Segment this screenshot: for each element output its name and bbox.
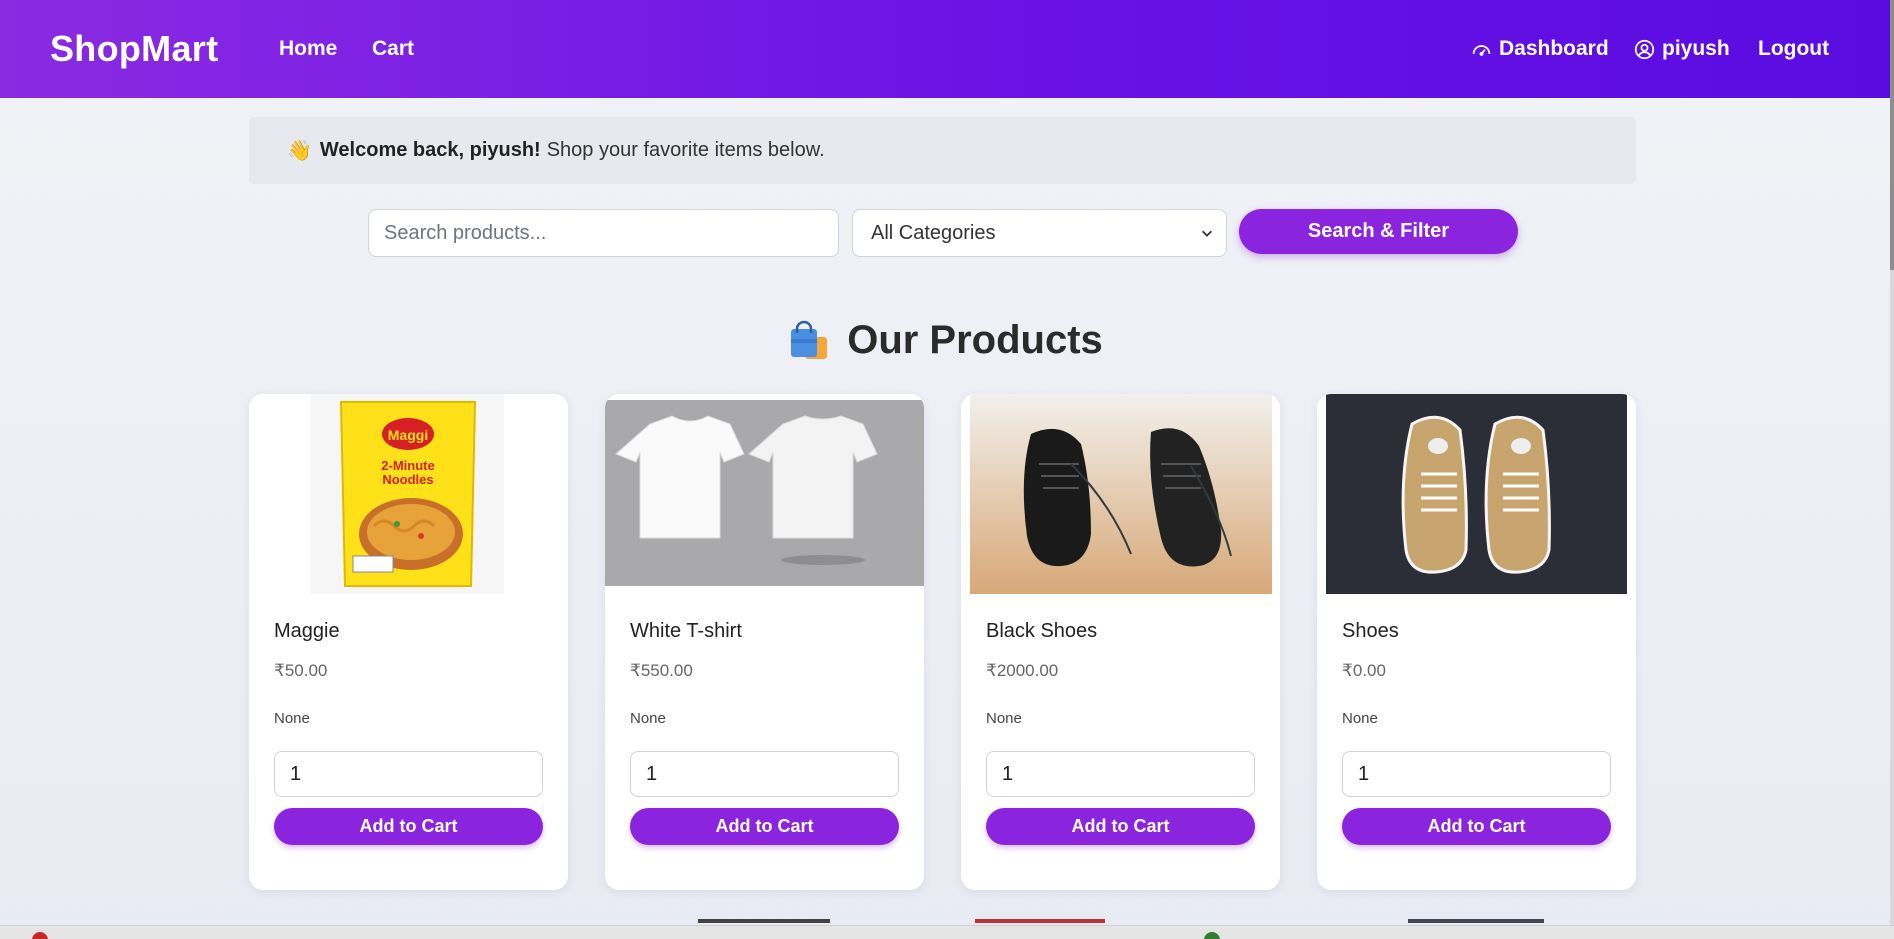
product-description: None [274, 710, 310, 727]
nav-logout-label: Logout [1758, 37, 1830, 60]
category-select[interactable]: All Categories [852, 209, 1227, 257]
product-image-white-tshirt[interactable] [605, 394, 924, 594]
product-name: Black Shoes [986, 620, 1098, 642]
user-circle-icon [1634, 39, 1655, 59]
product-name: White T-shirt [630, 620, 742, 642]
product-price: ₹2000.00 [986, 661, 1059, 680]
products-heading-title: Our Products [847, 318, 1103, 362]
product-price: ₹550.00 [630, 661, 693, 680]
quantity-input[interactable] [630, 751, 899, 797]
nav-cart-link[interactable]: Cart [372, 37, 414, 61]
add-to-cart-button[interactable]: Add to Cart [986, 808, 1255, 845]
nav-home-link[interactable]: Home [279, 37, 337, 61]
product-image-maggie[interactable]: Maggi 2-Minute Noodles [249, 394, 568, 594]
shopping-bags-icon [791, 320, 828, 359]
add-to-cart-button[interactable]: Add to Cart [1342, 808, 1611, 845]
svg-text:Noodles: Noodles [382, 472, 433, 487]
product-name: Shoes [1342, 620, 1399, 642]
products-heading: Our Products [0, 318, 1890, 363]
welcome-bold: Welcome back, piyush! [319, 139, 541, 161]
svg-text:Maggi: Maggi [388, 427, 428, 443]
product-card: Black Shoes ₹2000.00 None Add to Cart [961, 394, 1280, 890]
next-row-image-peek [975, 919, 1105, 923]
add-to-cart-button[interactable]: Add to Cart [630, 808, 899, 845]
product-price: ₹50.00 [274, 661, 328, 680]
search-input[interactable] [368, 209, 839, 257]
product-image-black-shoes[interactable] [961, 394, 1280, 594]
product-image-shoes[interactable] [1317, 394, 1636, 594]
nav-cart-label: Cart [372, 37, 415, 60]
search-filter-button[interactable]: Search & Filter [1239, 209, 1518, 254]
page-scrollbar[interactable] [1890, 0, 1894, 925]
product-description: None [1342, 710, 1378, 727]
category-select-value: All Categories [871, 221, 996, 244]
product-card: Shoes ₹0.00 None Add to Cart [1317, 394, 1636, 890]
product-card: Maggi 2-Minute Noodles Maggie ₹50.00 Non… [249, 394, 568, 890]
next-row-image-peek [698, 919, 830, 923]
scrollbar-thumb[interactable] [1890, 0, 1894, 270]
welcome-text: Shop your favorite items below. [546, 139, 825, 161]
speedometer-icon [1472, 44, 1491, 56]
brand-logo[interactable]: ShopMart [50, 28, 218, 70]
navbar: ShopMart Home Cart Dashboard piyush Logo… [0, 0, 1890, 98]
next-row-image-peek [1408, 919, 1544, 923]
chevron-down-icon [1202, 230, 1212, 237]
quantity-input[interactable] [986, 751, 1255, 797]
quantity-input[interactable] [274, 751, 543, 797]
waving-hand-icon: 👋 [287, 140, 312, 162]
taskbar-edge [0, 925, 1894, 939]
nav-dashboard-link[interactable]: Dashboard [1471, 37, 1609, 61]
add-to-cart-button[interactable]: Add to Cart [274, 808, 543, 845]
nav-user-link[interactable]: piyush [1634, 37, 1730, 61]
welcome-alert: 👋 Welcome back, piyush! Shop your favori… [249, 117, 1636, 184]
product-card: White T-shirt ₹550.00 None Add to Cart [605, 394, 924, 890]
product-description: None [986, 710, 1022, 727]
product-name: Maggie [274, 620, 340, 642]
quantity-input[interactable] [1342, 751, 1611, 797]
nav-home-label: Home [279, 37, 338, 60]
nav-logout-link[interactable]: Logout [1758, 37, 1829, 61]
nav-user-label: piyush [1662, 37, 1730, 60]
svg-text:2-Minute: 2-Minute [381, 458, 434, 473]
nav-dashboard-label: Dashboard [1499, 37, 1609, 60]
product-price: ₹0.00 [1342, 661, 1386, 680]
product-description: None [630, 710, 666, 727]
